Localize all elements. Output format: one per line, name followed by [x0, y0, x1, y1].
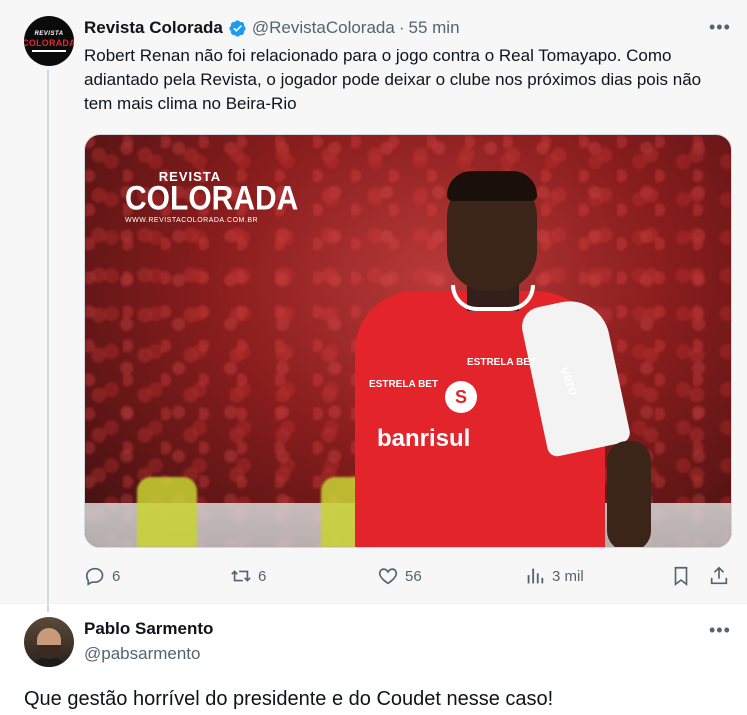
share-button[interactable]	[708, 565, 736, 587]
tweet-divider	[0, 603, 747, 604]
player-arm	[607, 441, 651, 547]
reply-count: 6	[112, 567, 121, 585]
retweet-count: 6	[258, 567, 267, 585]
jersey-chest-right: ESTRELA BET	[467, 357, 537, 368]
avatar-logo-line1: REVISTA	[34, 30, 64, 37]
player-hair	[447, 171, 537, 201]
tweet-revista-colorada[interactable]: REVISTA COLORADA Revista Colorada @Revis…	[0, 0, 747, 612]
views-button[interactable]: 3 mil	[524, 565, 584, 587]
author-name[interactable]: Revista Colorada	[84, 18, 223, 38]
views-count: 3 mil	[552, 567, 584, 585]
watermark-url: WWW.REVISTACOLORADA.COM.BR	[125, 217, 259, 224]
jersey-chest-left: ESTRELA BET	[369, 379, 439, 390]
bookmark-icon	[674, 566, 688, 586]
steward-figure	[137, 477, 197, 547]
thread-connector	[47, 70, 49, 612]
more-options-icon[interactable]: •••	[709, 17, 731, 38]
revista-watermark: REVISTA COLORADA WWW.REVISTACOLORADA.COM…	[125, 169, 299, 224]
retweet-button[interactable]: 6	[230, 565, 266, 587]
tweet-timestamp[interactable]: 55 min	[409, 18, 460, 38]
reply-more-options-icon[interactable]: •••	[709, 620, 731, 641]
heart-icon	[378, 568, 398, 585]
jersey-sponsor: banrisul	[377, 425, 471, 452]
retweet-icon	[231, 570, 251, 582]
player-figure: ESTRELA BET ESTRELA BET vero S banrisul	[355, 171, 651, 547]
tweet-actions: 6 6 56 3 mil	[0, 565, 747, 587]
reply-author-name[interactable]: Pablo Sarmento	[84, 619, 213, 639]
like-count: 56	[405, 567, 422, 585]
avatar-revista-colorada[interactable]: REVISTA COLORADA	[24, 16, 74, 66]
bookmark-button[interactable]	[670, 565, 698, 587]
share-icon	[710, 566, 728, 585]
avatar-beard	[37, 645, 61, 659]
reply-tweet-text: Que gestão horrível do presidente e do C…	[24, 688, 554, 710]
club-crest-icon: S	[445, 381, 477, 413]
avatar-pablo-sarmento[interactable]	[24, 617, 74, 667]
tweet-media-image[interactable]: REVISTA COLORADA WWW.REVISTACOLORADA.COM…	[84, 134, 732, 548]
avatar-logo-bar	[32, 49, 66, 52]
author-handle[interactable]: @RevistaColorada	[252, 18, 395, 38]
views-chart-icon	[527, 568, 544, 584]
avatar-logo-line2: COLORADA	[24, 37, 74, 48]
jersey-collar	[451, 285, 535, 311]
reply-button[interactable]: 6	[84, 565, 120, 587]
reply-icon	[85, 567, 104, 586]
tweet-header: Revista Colorada @RevistaColorada · 55 m…	[84, 16, 460, 40]
reply-author-handle[interactable]: @pabsarmento	[84, 644, 201, 664]
tweet-text: Robert Renan não foi relacionado para o …	[84, 46, 702, 113]
watermark-main: COLORADA	[125, 179, 299, 218]
verified-badge-icon[interactable]	[228, 19, 247, 38]
separator-dot: ·	[398, 18, 405, 37]
like-button[interactable]: 56	[377, 565, 422, 587]
